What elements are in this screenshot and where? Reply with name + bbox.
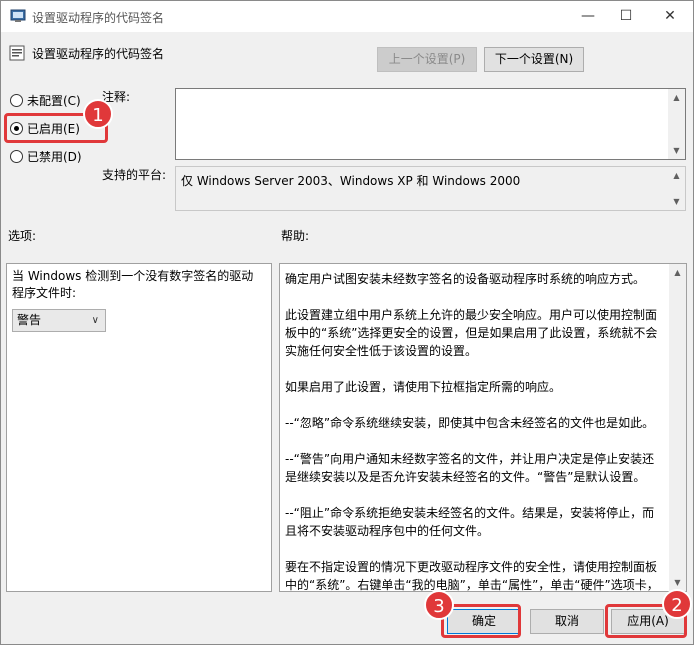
options-panel: 当 Windows 检测到一个没有数字签名的驱动程序文件时: 警告 ∨ bbox=[6, 263, 272, 592]
help-scrollbar[interactable]: ▲ ▼ bbox=[669, 264, 686, 591]
annotation-marker-3: 3 bbox=[424, 590, 454, 620]
radio-circle bbox=[10, 93, 23, 107]
radio-disabled[interactable]: 已禁用(D) bbox=[10, 148, 82, 164]
policy-dialog: 设置驱动程序的代码签名 — ☐ ✕ 设置驱动程序的代码签名 上一个设置(P) 下… bbox=[0, 0, 694, 645]
help-panel: 确定用户试图安装未经数字签名的设备驱动程序时系统的响应方式。 此设置建立组中用户… bbox=[279, 263, 687, 592]
help-paragraph: 要在不指定设置的情况下更改驱动程序文件的安全性，请使用控制面板中的“系统”。右键… bbox=[285, 560, 659, 592]
radio-label: 已禁用(D) bbox=[27, 149, 82, 164]
response-dropdown[interactable]: 警告 ∨ bbox=[12, 309, 106, 332]
prev-setting-button[interactable]: 上一个设置(P) bbox=[377, 47, 477, 72]
radio-circle bbox=[10, 149, 23, 163]
annotation-marker-1: 1 bbox=[83, 99, 113, 129]
help-paragraph: --“警告”向用户通知未经数字签名的文件，并让用户决定是停止安装还是继续安装以及… bbox=[285, 452, 655, 484]
radio-label: 未配置(C) bbox=[27, 93, 81, 108]
next-setting-button[interactable]: 下一个设置(N) bbox=[484, 47, 584, 72]
cancel-button[interactable]: 取消 bbox=[530, 609, 604, 634]
setting-icon bbox=[9, 45, 25, 61]
setting-title: 设置驱动程序的代码签名 bbox=[32, 47, 165, 61]
help-paragraph: 如果启用了此设置，请使用下拉框指定所需的响应。 bbox=[285, 380, 562, 394]
dropdown-value: 警告 bbox=[17, 313, 42, 327]
help-label: 帮助: bbox=[281, 229, 310, 243]
help-paragraph: --“阻止”命令系统拒绝安装未经签名的文件。结果是，安装将停止，而且将不安装驱动… bbox=[285, 506, 655, 538]
scroll-down-icon[interactable]: ▼ bbox=[668, 142, 685, 159]
platform-field: 仅 Windows Server 2003、Windows XP 和 Windo… bbox=[175, 166, 686, 211]
radio-not-configured[interactable]: 未配置(C) bbox=[10, 92, 81, 108]
options-label: 选项: bbox=[8, 229, 37, 243]
policy-icon bbox=[10, 9, 26, 22]
platform-value: 仅 Windows Server 2003、Windows XP 和 Windo… bbox=[181, 174, 521, 188]
scroll-up-icon[interactable]: ▲ bbox=[668, 89, 685, 106]
help-paragraph: --“忽略”命令系统继续安装，即使其中包含未经签名的文件也是如此。 bbox=[285, 416, 655, 430]
title-bar[interactable]: 设置驱动程序的代码签名 — ☐ ✕ bbox=[1, 1, 693, 32]
annotation-marker-2: 2 bbox=[662, 589, 692, 619]
window-title: 设置驱动程序的代码签名 bbox=[32, 11, 165, 25]
close-button[interactable]: ✕ bbox=[647, 1, 693, 32]
maximize-button[interactable]: ☐ bbox=[603, 1, 649, 32]
platform-scrollbar[interactable]: ▲ ▼ bbox=[668, 167, 685, 210]
scroll-up-icon[interactable]: ▲ bbox=[669, 264, 686, 281]
options-description: 当 Windows 检测到一个没有数字签名的驱动程序文件时: bbox=[12, 269, 254, 300]
chevron-down-icon: ∨ bbox=[91, 315, 99, 326]
platform-label: 支持的平台: bbox=[102, 168, 167, 182]
help-text: 确定用户试图安装未经数字签名的设备驱动程序时系统的响应方式。 此设置建立组中用户… bbox=[285, 270, 666, 592]
comment-textarea[interactable]: ▲ ▼ bbox=[175, 88, 686, 160]
scroll-down-icon[interactable]: ▼ bbox=[668, 193, 685, 210]
comment-scrollbar[interactable]: ▲ ▼ bbox=[668, 89, 685, 159]
help-paragraph: 确定用户试图安装未经数字签名的设备驱动程序时系统的响应方式。 bbox=[285, 272, 646, 286]
scroll-up-icon[interactable]: ▲ bbox=[668, 167, 685, 184]
help-paragraph: 此设置建立组中用户系统上允许的最少安全响应。用户可以使用控制面板中的“系统”选择… bbox=[285, 308, 658, 358]
